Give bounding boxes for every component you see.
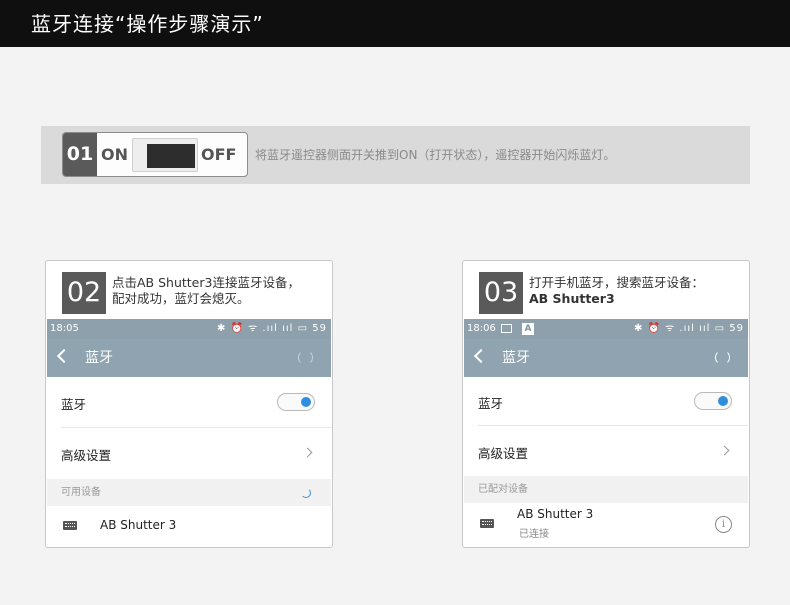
switch-knob <box>147 144 195 168</box>
step-02-description-line1: 点击AB Shutter3连接蓝牙设备， <box>112 275 300 290</box>
paired-devices-section: 已配对设备 <box>464 476 748 503</box>
info-icon[interactable]: i <box>715 516 732 533</box>
advanced-settings-label: 高级设置 <box>61 448 112 463</box>
step-number-badge: 02 <box>62 272 106 314</box>
back-arrow-icon[interactable] <box>473 348 489 364</box>
step-03-description: 打开手机蓝牙，搜索蓝牙设备： AB Shutter3 <box>529 275 741 307</box>
switch-slider <box>132 138 198 172</box>
advanced-settings-row[interactable]: 高级设置 <box>464 426 748 476</box>
toggle-knob <box>301 397 311 407</box>
bluetooth-toggle[interactable] <box>694 392 732 410</box>
keyboard-icon <box>480 519 494 528</box>
keyboard-icon <box>63 521 77 530</box>
page-title: 蓝牙连接“操作步骤演示” <box>31 12 264 36</box>
advanced-settings-label: 高级设置 <box>478 446 529 461</box>
phone-screen: 18:06 A ✱ ⏰ ᯤ .ııl ııl ▭ 59 蓝牙 蓝牙 高级设置 已… <box>464 319 748 547</box>
header-bar: 蓝牙连接“操作步骤演示” <box>0 0 790 47</box>
switch-off-label: OFF <box>201 145 237 164</box>
device-row[interactable]: AB Shutter 3 <box>47 506 331 547</box>
app-bar-title: 蓝牙 <box>502 350 530 366</box>
step-01-description: 将蓝牙遥控器侧面开关推到ON（打开状态），遥控器开始闪烁蓝灯。 <box>255 148 616 162</box>
step-02-card: 02 点击AB Shutter3连接蓝牙设备， 配对成功，蓝灯会熄灭。 18:0… <box>45 260 333 548</box>
section-label: 已配对设备 <box>478 484 528 495</box>
step-number-badge: 03 <box>479 272 523 314</box>
status-time: 18:06 <box>467 323 496 334</box>
refresh-icon[interactable] <box>298 350 313 365</box>
bluetooth-toggle-row[interactable]: 蓝牙 <box>47 377 331 427</box>
bluetooth-row-label: 蓝牙 <box>61 397 87 412</box>
step-03-description-line2: AB Shutter3 <box>529 291 615 306</box>
device-row[interactable]: AB Shutter 3 已连接 i <box>464 503 748 547</box>
device-name: AB Shutter 3 <box>100 518 177 532</box>
status-icons: ✱ ⏰ ᯤ .ııl ııl ▭ 59 <box>633 323 744 334</box>
page-root: 蓝牙连接“操作步骤演示” 01 ON OFF 将蓝牙遥控器侧面开关推到ON（打开… <box>0 0 790 605</box>
back-arrow-icon[interactable] <box>56 348 72 364</box>
status-icons: ✱ ⏰ ᯤ .ııl ııl ▭ 59 <box>216 323 327 334</box>
app-bar-title: 蓝牙 <box>85 350 113 366</box>
image-notification-icon <box>501 324 512 333</box>
step-03-card: 03 打开手机蓝牙，搜索蓝牙设备： AB Shutter3 18:06 A ✱ … <box>462 260 750 548</box>
device-status: 已连接 <box>519 529 549 540</box>
step-01-strip: 01 ON OFF 将蓝牙遥控器侧面开关推到ON（打开状态），遥控器开始闪烁蓝灯… <box>41 126 750 184</box>
bluetooth-row-label: 蓝牙 <box>478 396 504 411</box>
bluetooth-app-bar: 蓝牙 <box>464 339 748 377</box>
chevron-right-icon <box>719 445 730 456</box>
bluetooth-toggle[interactable] <box>277 393 315 411</box>
chevron-right-icon <box>302 447 313 458</box>
status-bar: 18:05 ✱ ⏰ ᯤ .ııl ııl ▭ 59 <box>47 319 331 339</box>
status-bar: 18:06 A ✱ ⏰ ᯤ .ııl ııl ▭ 59 <box>464 319 748 339</box>
bluetooth-app-bar: 蓝牙 <box>47 339 331 377</box>
refresh-icon[interactable] <box>715 350 730 365</box>
phone-screen: 18:05 ✱ ⏰ ᯤ .ııl ııl ▭ 59 蓝牙 蓝牙 高级设置 可用设… <box>47 319 331 547</box>
section-label: 可用设备 <box>61 487 101 498</box>
advanced-settings-row[interactable]: 高级设置 <box>47 428 331 478</box>
bluetooth-toggle-row[interactable]: 蓝牙 <box>464 377 748 425</box>
toggle-knob <box>718 396 728 406</box>
device-name: AB Shutter 3 <box>517 507 594 521</box>
power-switch-illustration: 01 ON OFF <box>62 132 248 177</box>
a-notification-icon: A <box>522 323 534 335</box>
step-03-description-line1: 打开手机蓝牙，搜索蓝牙设备： <box>529 275 705 290</box>
loading-spinner-icon <box>301 488 311 498</box>
step-number-badge: 01 <box>63 133 97 176</box>
switch-on-label: ON <box>101 145 128 164</box>
step-02-description-line2: 配对成功，蓝灯会熄灭。 <box>112 291 250 306</box>
available-devices-section: 可用设备 <box>47 479 331 506</box>
status-time: 18:05 <box>50 323 79 334</box>
step-02-description: 点击AB Shutter3连接蓝牙设备， 配对成功，蓝灯会熄灭。 <box>112 275 324 307</box>
